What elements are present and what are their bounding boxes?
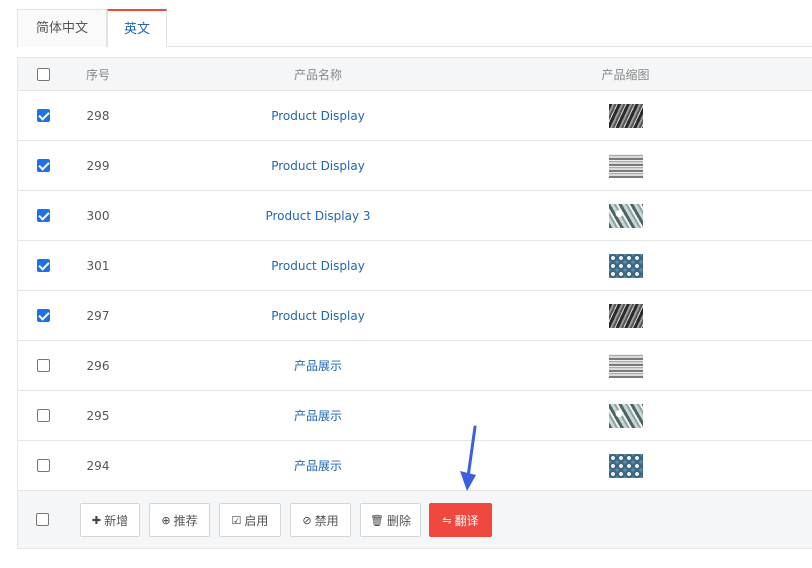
table-row: 298 Product Display [18, 91, 812, 141]
table-row: 299 Product Display [18, 141, 812, 191]
row-checkbox[interactable] [36, 409, 50, 422]
product-thumbnail[interactable] [608, 253, 643, 278]
arrow-up-circle-icon: ⊕ [161, 513, 171, 527]
row-id: 301 [86, 258, 110, 273]
table-row: 294 产品展示 [18, 441, 812, 491]
enable-button[interactable]: ☑ 启用 [219, 503, 281, 537]
product-thumbnail[interactable] [608, 103, 643, 128]
row-id: 297 [86, 308, 110, 323]
product-thumbnail[interactable] [608, 403, 643, 428]
product-name-link[interactable]: Product Display [271, 159, 365, 173]
column-header-id: 序号 [85, 67, 110, 82]
table-row: 297 Product Display [18, 291, 812, 341]
row-checkbox[interactable] [36, 459, 50, 472]
table-body: 298 Product Display 299 Product Display 300 P… [18, 91, 812, 491]
product-thumbnail[interactable] [608, 303, 643, 328]
tab-english[interactable]: 英文 [107, 9, 167, 48]
row-id: 294 [86, 458, 110, 473]
row-checkbox[interactable] [36, 159, 50, 172]
row-id: 298 [86, 108, 110, 123]
product-table: 序号 产品名称 产品缩图 298 Product Display 299 Produc… [17, 57, 812, 491]
recommend-button[interactable]: ⊕ 推荐 [149, 503, 210, 537]
table-row: 296 产品展示 [18, 341, 812, 391]
row-id: 296 [86, 358, 110, 373]
row-checkbox[interactable] [36, 309, 50, 322]
row-checkbox[interactable] [36, 109, 50, 122]
column-header-name: 产品名称 [293, 67, 342, 82]
column-header-thumbnail: 产品缩图 [601, 67, 650, 82]
exchange-icon: ⇋ [442, 513, 452, 527]
product-thumbnail[interactable] [608, 203, 643, 228]
trash-icon: 🗑 [370, 513, 384, 527]
product-name-link[interactable]: Product Display [271, 259, 365, 273]
row-checkbox[interactable] [36, 209, 50, 222]
table-header: 序号 产品名称 产品缩图 [18, 57, 812, 91]
add-button[interactable]: ✚ 新增 [80, 503, 140, 537]
action-bar: ✚ 新增 ⊕ 推荐 ☑ 启用 ⊘ 禁用 🗑 删除 ⇋ 翻译 [17, 491, 812, 549]
product-thumbnail[interactable] [608, 153, 643, 178]
disable-button[interactable]: ⊘ 禁用 [290, 503, 351, 537]
ban-icon: ⊘ [302, 513, 312, 527]
table-row: 300 Product Display 3 [18, 191, 812, 241]
product-name-link[interactable]: 产品展示 [294, 357, 342, 374]
product-name-link[interactable]: Product Display [271, 109, 365, 123]
plus-icon: ✚ [91, 513, 102, 527]
table-row: 301 Product Display [18, 241, 812, 291]
product-name-link[interactable]: Product Display 3 [265, 209, 370, 223]
product-thumbnail[interactable] [608, 353, 643, 378]
row-checkbox[interactable] [36, 259, 50, 272]
product-name-link[interactable]: 产品展示 [294, 457, 342, 474]
row-checkbox[interactable] [36, 359, 50, 372]
check-square-icon: ☑ [231, 513, 242, 527]
row-id: 300 [86, 208, 110, 223]
select-all-checkbox[interactable] [36, 67, 50, 81]
product-name-link[interactable]: 产品展示 [294, 407, 342, 424]
tab-simplified-chinese[interactable]: 简体中文 [17, 9, 107, 47]
footer-select-all-checkbox[interactable] [36, 513, 49, 526]
language-tabs: 简体中文 英文 [17, 9, 812, 48]
delete-button[interactable]: 🗑 删除 [360, 503, 421, 537]
product-thumbnail[interactable] [608, 453, 643, 478]
row-id: 295 [86, 408, 110, 423]
table-row: 295 产品展示 [18, 391, 812, 441]
row-id: 299 [86, 158, 110, 173]
translate-button[interactable]: ⇋ 翻译 [429, 503, 492, 537]
product-name-link[interactable]: Product Display [271, 309, 365, 323]
